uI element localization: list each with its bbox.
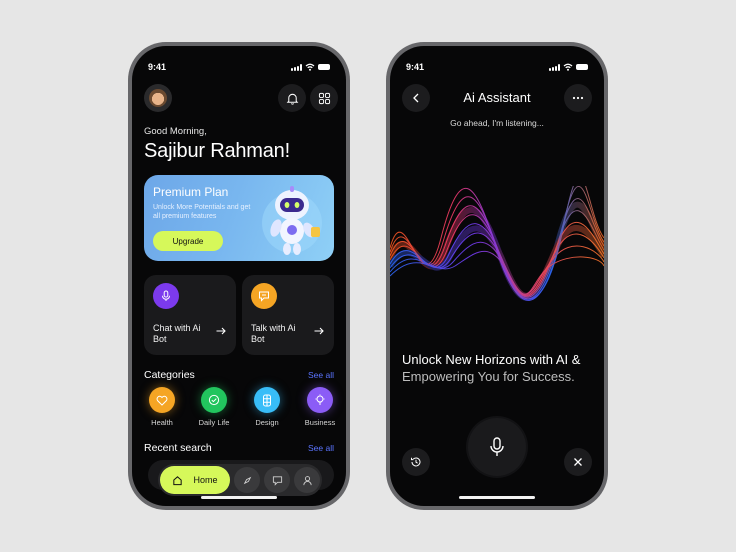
plan-title: Premium Plan bbox=[153, 185, 229, 199]
category-label: Health bbox=[151, 418, 173, 427]
action-card-icon bbox=[153, 283, 179, 309]
profile-icon bbox=[302, 475, 312, 485]
headline-dim: Empowering You for Success. bbox=[402, 368, 575, 384]
greeting-text: Good Morning, bbox=[144, 126, 207, 137]
action-card-label: Talk with Ai Bot bbox=[251, 323, 296, 344]
heart-icon bbox=[149, 387, 175, 413]
close-button[interactable] bbox=[564, 448, 592, 476]
bell-icon bbox=[286, 93, 298, 105]
category-label: Daily Life bbox=[198, 418, 230, 427]
tab-home[interactable]: Home bbox=[160, 466, 230, 494]
chat-icon bbox=[259, 291, 269, 302]
plan-description: Unlock More Potentials and get all premi… bbox=[153, 204, 251, 220]
wifi-icon bbox=[305, 63, 315, 71]
action-card-icon bbox=[251, 283, 277, 309]
voice-waveform bbox=[390, 186, 604, 301]
signal-icon bbox=[549, 63, 560, 71]
home-screen: 9:41 Good Morning, Sajibur Rahman! Premi… bbox=[132, 46, 346, 506]
home-phone: 9:41 Good Morning, Sajibur Rahman! Premi… bbox=[128, 42, 350, 510]
history-icon bbox=[411, 457, 421, 467]
mic-icon bbox=[490, 437, 504, 456]
category-health[interactable]: Health bbox=[142, 387, 182, 427]
menu-grid-button[interactable] bbox=[310, 84, 338, 112]
category-label: Design bbox=[255, 418, 279, 427]
headline-bright: Unlock New Horizons with AI & bbox=[402, 352, 581, 367]
category-business[interactable]: Business bbox=[300, 387, 340, 427]
premium-plan-card[interactable]: Premium Plan Unlock More Potentials and … bbox=[144, 175, 334, 261]
tab-messages[interactable] bbox=[264, 467, 290, 493]
home-indicator bbox=[459, 496, 535, 499]
grid-icon bbox=[318, 92, 330, 104]
categories-heading: Categories bbox=[144, 369, 195, 381]
status-time: 9:41 bbox=[406, 62, 425, 72]
status-time: 9:41 bbox=[148, 62, 167, 72]
notification-button[interactable] bbox=[278, 84, 306, 112]
upgrade-button[interactable]: Upgrade bbox=[153, 231, 223, 251]
microphone-button[interactable] bbox=[468, 418, 526, 476]
history-button[interactable] bbox=[402, 448, 430, 476]
category-design[interactable]: Design bbox=[247, 387, 287, 427]
mic-icon bbox=[162, 290, 170, 301]
listening-status: Go ahead, I'm listening... bbox=[450, 118, 544, 128]
tab-profile[interactable] bbox=[294, 467, 320, 493]
status-bar: 9:41 bbox=[132, 60, 346, 74]
status-bar: 9:41 bbox=[390, 60, 604, 74]
recent-search-heading: Recent search bbox=[144, 442, 212, 454]
arrow-right-icon bbox=[314, 327, 324, 335]
assistant-screen: 9:41 Ai Assistant Go ahead, I'm listenin… bbox=[390, 46, 604, 506]
chat-with-ai-card[interactable]: Chat with Ai Bot bbox=[144, 275, 236, 355]
battery-icon bbox=[318, 64, 330, 70]
figma-icon bbox=[254, 387, 280, 413]
talk-with-ai-card[interactable]: Talk with Ai Bot bbox=[242, 275, 334, 355]
tab-home-label: Home bbox=[193, 475, 218, 485]
action-card-label: Chat with Ai Bot bbox=[153, 323, 201, 344]
user-name: Sajibur Rahman! bbox=[144, 140, 290, 162]
robot-mascot-icon bbox=[262, 186, 322, 255]
home-icon bbox=[173, 475, 183, 485]
signal-icon bbox=[291, 63, 302, 71]
battery-icon bbox=[576, 64, 588, 70]
message-icon bbox=[272, 475, 282, 486]
more-options-button[interactable] bbox=[564, 84, 592, 112]
user-avatar-icon bbox=[149, 89, 167, 107]
more-icon bbox=[572, 96, 584, 100]
wifi-icon bbox=[563, 63, 573, 71]
bottom-tab-bar: Home bbox=[158, 464, 322, 496]
close-icon bbox=[574, 458, 582, 466]
home-indicator bbox=[201, 496, 277, 499]
headline: Unlock New Horizons with AI & Empowering… bbox=[402, 352, 592, 385]
arrow-right-icon bbox=[216, 327, 226, 335]
check-circle-icon bbox=[201, 387, 227, 413]
compass-icon bbox=[243, 476, 251, 484]
bulb-icon bbox=[307, 387, 333, 413]
tab-explore[interactable] bbox=[234, 467, 260, 493]
assistant-phone: 9:41 Ai Assistant Go ahead, I'm listenin… bbox=[386, 42, 608, 510]
category-label: Business bbox=[304, 418, 336, 427]
categories-see-all-link[interactable]: See all bbox=[308, 370, 334, 380]
avatar[interactable] bbox=[144, 84, 172, 112]
category-daily-life[interactable]: Daily Life bbox=[194, 387, 234, 427]
recent-search-see-all-link[interactable]: See all bbox=[308, 443, 334, 453]
